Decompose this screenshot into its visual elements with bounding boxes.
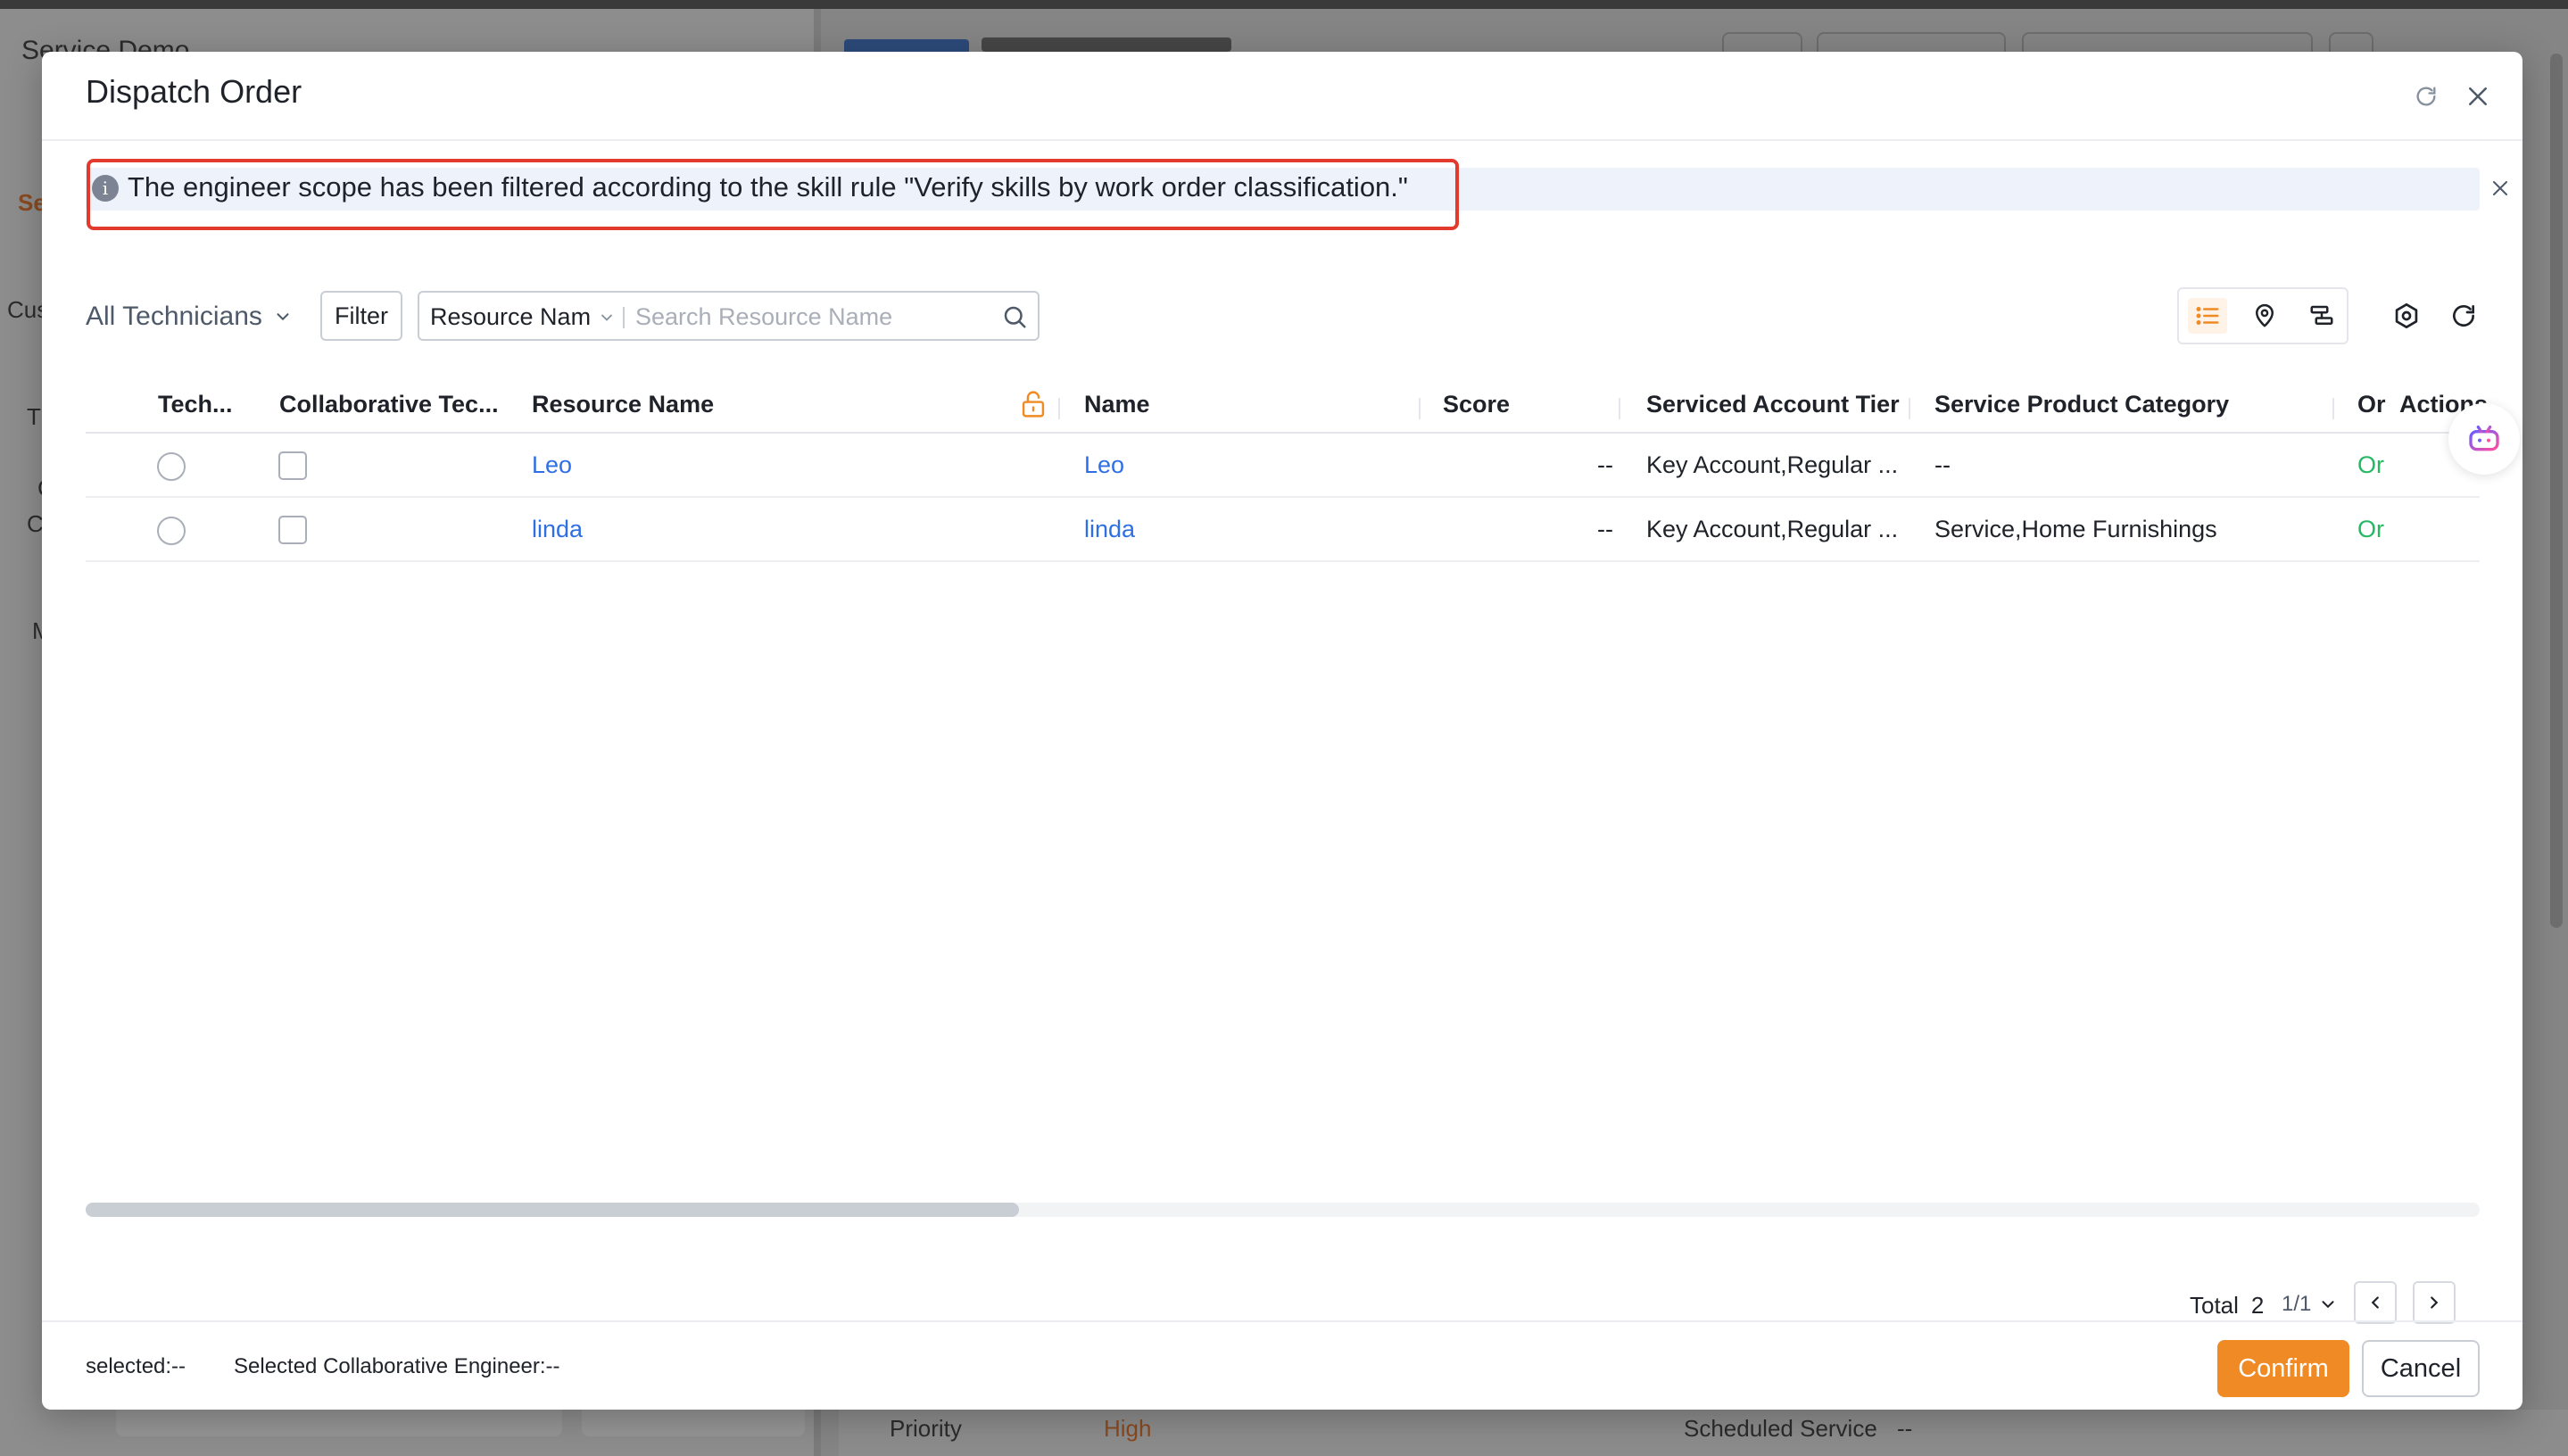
gantt-view-icon[interactable] xyxy=(2302,298,2341,334)
prev-page-button[interactable] xyxy=(2354,1281,2397,1324)
column-header-resource-name[interactable]: Resource Name xyxy=(532,391,714,418)
account-tier-cell: Key Account,Regular ... xyxy=(1646,451,1899,478)
refresh-icon[interactable] xyxy=(2410,80,2442,112)
background-card xyxy=(116,1410,562,1436)
dialog-header: Dispatch Order xyxy=(42,52,2522,141)
chevron-right-icon xyxy=(2431,1296,2439,1309)
map-pin-icon[interactable] xyxy=(2245,298,2284,334)
background-priority-label: Priority xyxy=(890,1415,962,1442)
column-separator xyxy=(1419,398,1421,419)
background-card xyxy=(582,1410,805,1436)
column-header-score[interactable]: Score xyxy=(1443,391,1510,418)
background-side-label: C xyxy=(27,510,44,537)
table-header: Tech... Collaborative Tec... Resource Na… xyxy=(86,378,2488,434)
total-count: 2 xyxy=(2250,1292,2265,1319)
app-top-bar xyxy=(0,0,2568,9)
score-cell: -- xyxy=(1597,451,1613,478)
collaborative-checkbox[interactable] xyxy=(278,451,307,480)
filter-button[interactable]: Filter xyxy=(320,291,402,341)
column-separator xyxy=(1058,398,1060,419)
background-button xyxy=(2022,32,2313,52)
score-cell: -- xyxy=(1597,516,1613,542)
ai-assistant-icon xyxy=(2469,426,2499,451)
reload-icon[interactable] xyxy=(2446,298,2481,334)
list-view-icon[interactable] xyxy=(2188,298,2227,334)
dialog-title: Dispatch Order xyxy=(86,73,302,110)
selected-collaborative-text: Selected Collaborative Engineer:-- xyxy=(234,1354,560,1378)
table-row[interactable]: linda linda -- Key Account,Regular ... S… xyxy=(86,498,2480,562)
background-scheduled-value: -- xyxy=(1897,1415,1913,1442)
selected-technician-text: selected:-- xyxy=(86,1354,186,1378)
status-cell: Or xyxy=(2357,451,2384,478)
scrollbar-thumb[interactable] xyxy=(86,1203,1019,1217)
resource-name-link[interactable]: linda xyxy=(532,516,583,543)
column-header-account-tier[interactable]: Serviced Account Tier xyxy=(1646,391,1900,418)
account-tier-cell: Key Account,Regular ... xyxy=(1646,516,1899,542)
alert-close-icon[interactable] xyxy=(2487,175,2514,202)
product-category-cell: -- xyxy=(1934,451,1951,478)
technician-table: Tech... Collaborative Tec... Resource Na… xyxy=(86,378,2488,562)
ai-assistant-button[interactable] xyxy=(2448,403,2520,475)
close-icon[interactable] xyxy=(2462,80,2494,112)
pagination-total: Total 2 xyxy=(2190,1292,2264,1320)
chevron-down-icon xyxy=(601,314,612,321)
search-field-select[interactable]: Resource Nam xyxy=(430,303,616,331)
column-header-product-category[interactable]: Service Product Category xyxy=(1934,391,2229,418)
background-work-order-number xyxy=(982,37,1231,52)
column-header-collaborative[interactable]: Collaborative Tec... xyxy=(279,391,499,418)
cancel-button[interactable]: Cancel xyxy=(2362,1340,2480,1397)
column-header-status[interactable]: Or xyxy=(2357,391,2386,418)
settings-icon[interactable] xyxy=(2389,298,2424,334)
background-scheduled-label: Scheduled Service xyxy=(1684,1415,1877,1442)
column-separator xyxy=(1619,398,1620,419)
collaborative-checkbox[interactable] xyxy=(278,516,307,544)
name-link[interactable]: linda xyxy=(1084,516,1135,543)
column-separator xyxy=(1909,398,1910,419)
background-priority-value: High xyxy=(1104,1415,1152,1442)
name-link[interactable]: Leo xyxy=(1084,451,1124,479)
technician-radio[interactable] xyxy=(157,517,186,545)
background-button xyxy=(2329,32,2373,52)
chevron-left-icon xyxy=(2371,1296,2379,1309)
technician-scope-label: All Technicians xyxy=(86,302,262,331)
confirm-button[interactable]: Confirm xyxy=(2217,1340,2349,1397)
chevron-down-icon xyxy=(2322,1301,2334,1309)
background-side-label: T xyxy=(27,403,41,430)
column-header-technician[interactable]: Tech... xyxy=(158,391,233,418)
table-horizontal-scrollbar[interactable] xyxy=(86,1203,2480,1217)
search-field-label: Resource Nam xyxy=(430,303,592,330)
page-indicator: 1/1 xyxy=(2282,1292,2312,1316)
technician-scope-select[interactable]: All Technicians xyxy=(86,302,293,332)
search-box: Resource Nam xyxy=(418,291,1040,341)
alert-message: The engineer scope has been filtered acc… xyxy=(128,171,1408,203)
next-page-button[interactable] xyxy=(2413,1281,2456,1324)
search-separator xyxy=(623,307,625,328)
background-button xyxy=(1722,32,1802,52)
chevron-down-icon xyxy=(277,313,289,321)
resource-name-link[interactable]: Leo xyxy=(532,451,572,479)
table-row[interactable]: Leo Leo -- Key Account,Regular ... -- Or xyxy=(86,434,2480,498)
column-header-name[interactable]: Name xyxy=(1084,391,1150,418)
dispatch-order-dialog: Dispatch Order i The engineer scope has … xyxy=(42,52,2522,1410)
background-work-order-badge xyxy=(844,39,969,52)
lock-icon[interactable] xyxy=(1020,389,1047,419)
background-scrollbar xyxy=(2550,54,2563,928)
search-input[interactable] xyxy=(635,300,992,334)
column-separator xyxy=(2332,398,2334,419)
status-cell: Or xyxy=(2357,516,2384,542)
background-button xyxy=(1817,32,2006,52)
search-icon[interactable] xyxy=(1001,303,1028,330)
dialog-footer: selected:-- Selected Collaborative Engin… xyxy=(42,1320,2522,1410)
product-category-cell: Service,Home Furnishings xyxy=(1934,516,2217,542)
info-icon: i xyxy=(92,175,119,202)
total-label: Total xyxy=(2190,1292,2239,1319)
view-switcher xyxy=(2177,287,2348,344)
technician-radio[interactable] xyxy=(157,452,186,481)
page-select[interactable]: 1/1 xyxy=(2282,1292,2338,1317)
